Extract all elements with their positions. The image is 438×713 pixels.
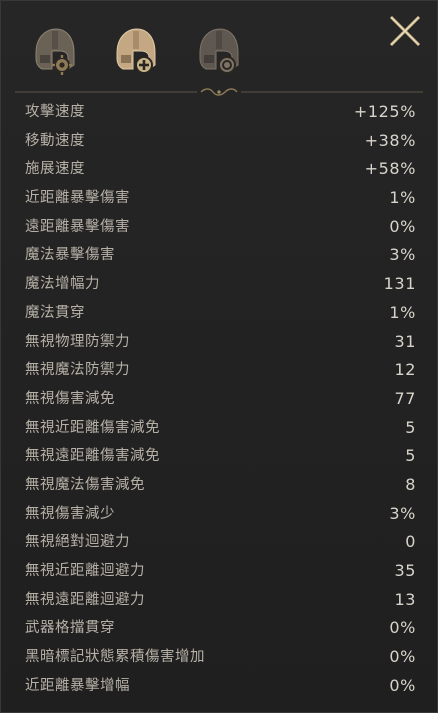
- stat-label: 近距離暴擊增幅: [25, 677, 130, 694]
- ornament-divider: [15, 87, 423, 97]
- close-button[interactable]: [387, 13, 423, 49]
- stat-label: 魔法暴擊傷害: [25, 247, 115, 264]
- stat-label: 魔法貫穿: [25, 304, 85, 321]
- panel-header: [1, 1, 437, 89]
- stat-value: 1%: [389, 302, 416, 322]
- stat-row: 魔法貫穿 1%: [1, 299, 437, 328]
- stats-panel: 攻擊速度 +125% 移動速度 +38% 施展速度 +58% 近距離暴擊傷害 1% 遠距離暴擊傷…: [0, 0, 438, 713]
- stat-label: 無視魔法防禦力: [25, 362, 130, 379]
- stat-label: 黑暗標記狀態累積傷害增加: [25, 649, 205, 666]
- stat-row: 近距離暴擊傷害 1%: [1, 184, 437, 213]
- stat-value: 5: [405, 417, 416, 437]
- stat-row: 黑暗標記狀態累積傷害增加 0%: [1, 643, 437, 672]
- stat-row: 攻擊速度 +125%: [1, 98, 437, 127]
- stat-label: 無視魔法傷害減免: [25, 476, 145, 493]
- stat-row: 無視遠距離傷害減免 5: [1, 442, 437, 471]
- stat-row: 魔法暴擊傷害 3%: [1, 241, 437, 270]
- stat-row: 近距離暴擊增幅 0%: [1, 672, 437, 701]
- stat-row: 無視傷害減少 3%: [1, 500, 437, 529]
- stat-label: 無視物理防禦力: [25, 333, 130, 350]
- stat-value: 3%: [389, 245, 416, 265]
- stat-row: 無視絕對迴避力 0: [1, 528, 437, 557]
- stat-label: 無視遠距離迴避力: [25, 591, 145, 608]
- stat-label: 無視近距離傷害減免: [25, 419, 160, 436]
- helmet-plus-icon: [116, 28, 156, 74]
- stat-label: 無視傷害減免: [25, 390, 115, 407]
- stat-value: 1%: [389, 188, 416, 208]
- stat-value: 12: [394, 360, 416, 380]
- stat-value: 0%: [389, 618, 416, 638]
- stat-label: 近距離暴擊傷害: [25, 190, 130, 207]
- stat-label: 無視絕對迴避力: [25, 534, 130, 551]
- stat-row: 無視近距離迴避力 35: [1, 557, 437, 586]
- close-icon: [389, 15, 421, 47]
- stat-value: 77: [394, 388, 416, 408]
- stat-label: 攻擊速度: [25, 104, 85, 120]
- stat-value: 0%: [389, 216, 416, 236]
- stats-list: 攻擊速度 +125% 移動速度 +38% 施展速度 +58% 近距離暴擊傷害 1% 遠距離暴擊傷…: [1, 98, 437, 700]
- stat-value: 0: [405, 532, 416, 552]
- stat-row: 魔法增幅力 131: [1, 270, 437, 299]
- stat-row: 施展速度 +58%: [1, 155, 437, 184]
- stat-label: 無視傷害減少: [25, 505, 115, 522]
- stat-row: 無視遠距離迴避力 13: [1, 586, 437, 615]
- stat-value: 5: [405, 446, 416, 466]
- stat-value: 131: [383, 274, 416, 294]
- helmet-gear-icon: [35, 28, 75, 75]
- tab-helmet-gear[interactable]: [28, 23, 80, 79]
- stat-label: 移動速度: [25, 132, 85, 149]
- stat-row: 無視魔法防禦力 12: [1, 356, 437, 385]
- stat-label: 無視近距離迴避力: [25, 563, 145, 579]
- stat-value: 31: [394, 331, 416, 351]
- stat-row: 無視魔法傷害減免 8: [1, 471, 437, 500]
- stat-value: 0%: [389, 647, 416, 667]
- stat-label: 遠距離暴擊傷害: [25, 218, 130, 235]
- stat-row: 移動速度 +38%: [1, 127, 437, 156]
- helmet-shield-icon: [199, 28, 239, 74]
- stat-value: 35: [394, 561, 416, 580]
- stat-value: +58%: [364, 159, 416, 179]
- stat-label: 無視遠距離傷害減免: [25, 448, 160, 465]
- stat-row: 無視傷害減免 77: [1, 385, 437, 414]
- stat-label: 施展速度: [25, 161, 85, 178]
- stat-value: 0%: [389, 675, 416, 695]
- stat-value: 8: [405, 474, 416, 494]
- stat-value: 13: [394, 589, 416, 609]
- stat-value: +125%: [353, 102, 416, 121]
- stat-row: 遠距離暴擊傷害 0%: [1, 213, 437, 242]
- stat-row: 武器格擋貫穿 0%: [1, 614, 437, 643]
- stat-row: 無視物理防禦力 31: [1, 328, 437, 357]
- tab-helmet-plus[interactable]: [109, 23, 161, 79]
- stat-label: 魔法增幅力: [25, 276, 100, 293]
- stat-value: +38%: [364, 130, 416, 150]
- tab-helmet-shield[interactable]: [192, 23, 244, 79]
- stat-row: 無視近距離傷害減免 5: [1, 414, 437, 443]
- stat-value: 3%: [389, 503, 416, 523]
- stat-label: 武器格擋貫穿: [25, 620, 115, 637]
